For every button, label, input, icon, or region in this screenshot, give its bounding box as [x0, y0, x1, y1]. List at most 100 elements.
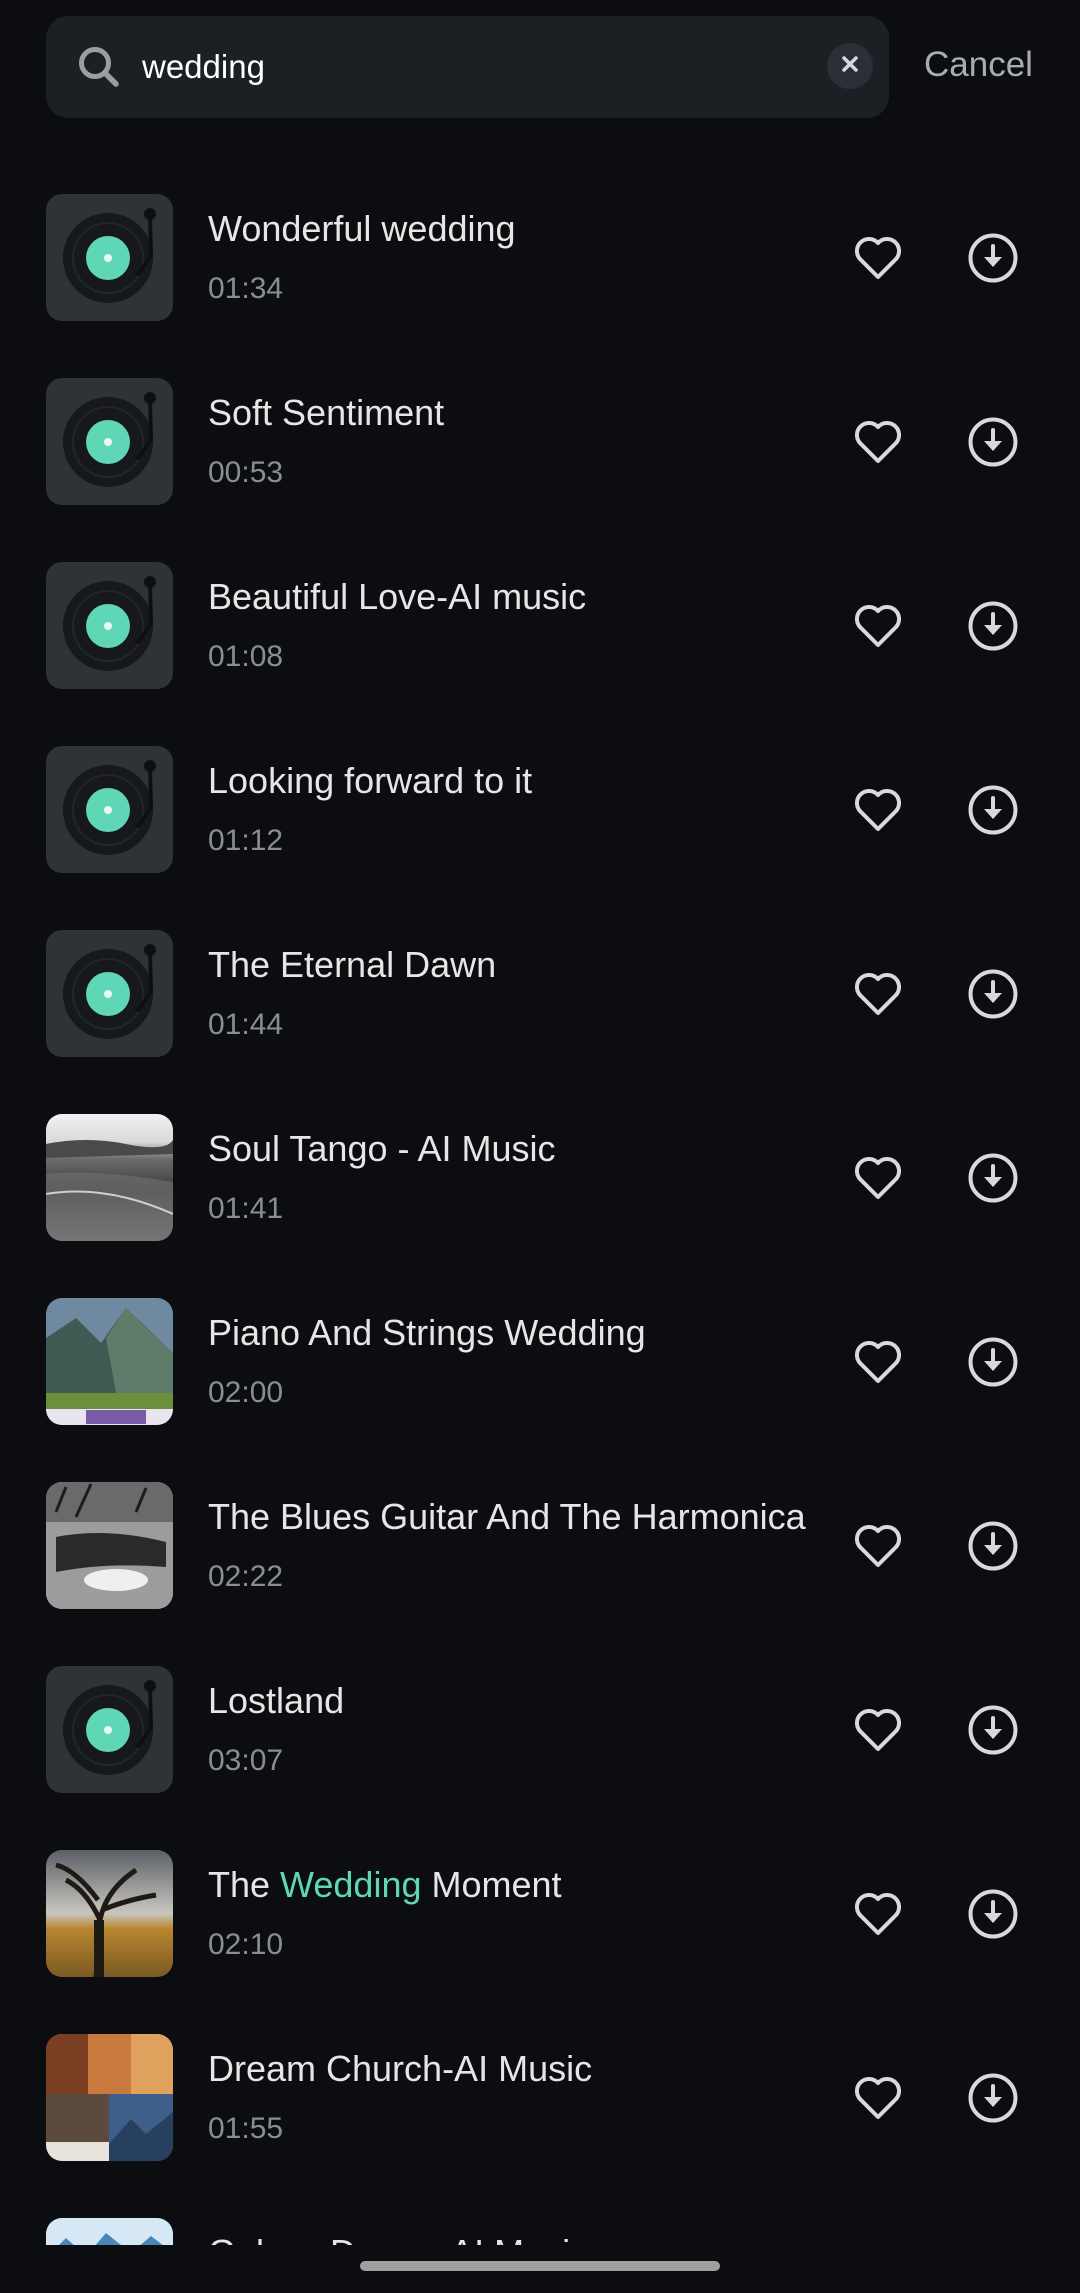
track-duration: 02:10 [208, 1928, 284, 1961]
track-cover-image [46, 1482, 173, 1609]
heart-icon [852, 972, 904, 1022]
favorite-button[interactable] [852, 234, 904, 282]
track-row[interactable]: Beautiful Love-AI music 01:08 [0, 508, 1080, 692]
track-duration: 01:44 [208, 1008, 284, 1041]
track-title-text: Looking forward to it [208, 760, 533, 801]
track-title-text: Moment [421, 1864, 562, 1905]
track-row[interactable]: Galaxy Dream-AI Music [0, 2164, 1080, 2245]
home-indicator[interactable] [360, 2261, 720, 2271]
download-icon [967, 785, 1019, 840]
heart-icon [852, 1524, 904, 1574]
heart-icon [852, 604, 904, 654]
track-title: Galaxy Dream-AI Music [208, 2232, 588, 2245]
vinyl-record-cover [46, 562, 173, 689]
download-button[interactable] [967, 1888, 1019, 1940]
track-row[interactable]: Soul Tango - AI Music 01:41 [0, 1060, 1080, 1244]
track-duration: 00:53 [208, 456, 284, 489]
favorite-button[interactable] [852, 2074, 904, 2122]
download-button[interactable] [967, 600, 1019, 652]
download-icon [967, 1705, 1019, 1760]
vinyl-record-cover [46, 378, 173, 505]
track-row[interactable]: Lostland 03:07 [0, 1612, 1080, 1796]
track-row[interactable]: The Eternal Dawn 01:44 [0, 876, 1080, 1060]
track-title-text: Soft Sentiment [208, 392, 445, 433]
download-button[interactable] [967, 1704, 1019, 1756]
download-icon [967, 1889, 1019, 1944]
vinyl-record-cover [46, 746, 173, 873]
track-list: Wonderful wedding 01:34 Soft Sentiment 00:… [0, 140, 1080, 2245]
track-title-text: Galaxy Dream-AI Music [208, 2232, 588, 2245]
track-title: The Eternal Dawn [208, 944, 496, 986]
download-button[interactable] [967, 1336, 1019, 1388]
vinyl-record-cover [46, 1666, 173, 1793]
search-bar[interactable] [46, 16, 889, 118]
track-duration: 03:07 [208, 1744, 284, 1777]
favorite-button[interactable] [852, 1338, 904, 1386]
clear-icon [841, 55, 859, 78]
track-row[interactable]: Looking forward to it 01:12 [0, 692, 1080, 876]
track-row[interactable]: Dream Church-AI Music 01:55 [0, 1980, 1080, 2164]
download-icon [967, 2073, 1019, 2128]
favorite-button[interactable] [852, 418, 904, 466]
download-icon [967, 233, 1019, 288]
track-title-text: Dream Church-AI Music [208, 2048, 593, 2089]
track-duration: 01:55 [208, 2112, 284, 2145]
track-title-text: Soul Tango - AI Music [208, 1128, 556, 1169]
download-icon [967, 1153, 1019, 1208]
track-title: Soul Tango - AI Music [208, 1128, 556, 1170]
track-duration: 01:41 [208, 1192, 284, 1225]
track-title: Piano And Strings Wedding [208, 1312, 646, 1354]
download-icon [967, 1337, 1019, 1392]
favorite-button[interactable] [852, 1154, 904, 1202]
track-title: Soft Sentiment [208, 392, 444, 434]
favorite-button[interactable] [852, 1706, 904, 1754]
results-list[interactable]: Wonderful wedding 01:34 Soft Sentiment 00:… [0, 140, 1080, 2245]
cancel-button[interactable]: Cancel [924, 45, 1033, 85]
search-input[interactable] [140, 40, 820, 94]
track-title-text: The [208, 1864, 281, 1905]
track-title-text: Piano And Strings Wedding [208, 1312, 646, 1353]
track-cover-image [46, 1850, 173, 1977]
download-icon [967, 1521, 1019, 1576]
favorite-button[interactable] [852, 1890, 904, 1938]
track-row[interactable]: Soft Sentiment 00:53 [0, 324, 1080, 508]
track-title-text: The Blues Guitar And The Harmonica [208, 1496, 806, 1537]
track-title: Looking forward to it [208, 760, 532, 802]
vinyl-record-cover [46, 930, 173, 1057]
heart-icon [852, 1708, 904, 1758]
track-row[interactable]: The Blues Guitar And The Harmonica 02:22 [0, 1428, 1080, 1612]
track-title: Beautiful Love-AI music [208, 576, 586, 618]
heart-icon [852, 2076, 904, 2126]
favorite-button[interactable] [852, 786, 904, 834]
track-title-text: Lostland [208, 1680, 345, 1721]
vinyl-record-cover [46, 194, 173, 321]
heart-icon [852, 420, 904, 470]
track-title: Wonderful wedding [208, 208, 516, 250]
download-icon [967, 969, 1019, 1024]
download-button[interactable] [967, 232, 1019, 284]
favorite-button[interactable] [852, 1522, 904, 1570]
track-duration: 01:34 [208, 272, 284, 305]
download-button[interactable] [967, 2072, 1019, 2124]
heart-icon [852, 236, 904, 286]
heart-icon [852, 1340, 904, 1390]
track-row[interactable]: Piano And Strings Wedding 02:00 [0, 1244, 1080, 1428]
download-button[interactable] [967, 1152, 1019, 1204]
track-title: The Wedding Moment [208, 1864, 562, 1906]
track-title-text: Wonderful wedding [208, 208, 516, 249]
download-button[interactable] [967, 1520, 1019, 1572]
track-title: Lostland [208, 1680, 344, 1722]
track-row[interactable]: The Wedding Moment 02:10 [0, 1796, 1080, 1980]
track-cover-image [46, 2034, 173, 2161]
track-row[interactable]: Wonderful wedding 01:34 [0, 140, 1080, 324]
clear-search-button[interactable] [827, 43, 873, 89]
track-duration: 02:00 [208, 1376, 284, 1409]
favorite-button[interactable] [852, 970, 904, 1018]
download-button[interactable] [967, 968, 1019, 1020]
download-button[interactable] [967, 416, 1019, 468]
favorite-button[interactable] [852, 602, 904, 650]
search-match-highlight: Wedding [280, 1864, 422, 1905]
track-title-text: Beautiful Love-AI music [208, 576, 587, 617]
track-title: Dream Church-AI Music [208, 2048, 592, 2090]
download-button[interactable] [967, 784, 1019, 836]
